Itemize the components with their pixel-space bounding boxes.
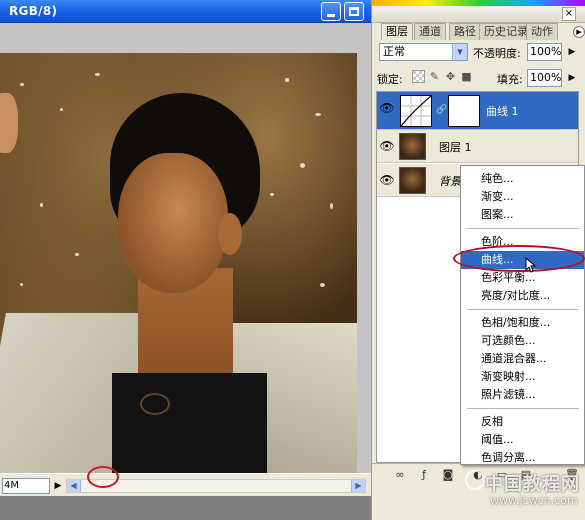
ear-shape <box>218 213 242 255</box>
opacity-label: 不透明度: <box>473 47 521 60</box>
menu-item[interactable]: 亮度/对比度... <box>461 287 584 305</box>
opacity-slider-arrow-icon[interactable]: ▶ <box>565 44 579 60</box>
layer-name: 图层 1 <box>439 141 472 154</box>
blend-mode-value: 正常 <box>383 45 405 58</box>
lock-label: 锁定: <box>377 73 403 86</box>
layer-row-layer1[interactable]: 👁 图层 1 <box>377 130 578 163</box>
layer-style-icon[interactable]: ƒ <box>416 467 432 482</box>
blend-mode-select[interactable]: 正常 ▼ <box>379 43 468 61</box>
watermark-logo-icon <box>465 470 485 490</box>
photo-canvas[interactable] <box>0 53 357 473</box>
adjustment-button-annotation-circle <box>87 466 119 488</box>
document-title: RGB/8) <box>9 4 58 18</box>
layer-row-curves[interactable]: 👁 🔗 曲线 1 <box>377 92 578 130</box>
layer-thumbnail[interactable] <box>399 167 426 194</box>
tab-actions[interactable]: 动作 <box>526 23 558 40</box>
watermark-url: www.jcwcn.com <box>490 494 578 507</box>
scroll-right-icon[interactable]: ▶ <box>351 480 365 492</box>
document-titlebar[interactable]: RGB/8) <box>0 0 371 23</box>
panel-close-button[interactable]: × <box>562 7 576 21</box>
opacity-field[interactable]: 100% <box>527 43 562 61</box>
document-window: RGB/8) 4M ▶ ◀ ▶ <box>0 0 371 520</box>
menu-item[interactable]: 渐变映射... <box>461 368 584 386</box>
menu-separator <box>467 309 579 310</box>
menu-item[interactable]: 阈值... <box>461 431 584 449</box>
eye-visibility-icon[interactable]: 👁 <box>379 139 395 153</box>
menu-item[interactable]: 色调分离... <box>461 449 584 467</box>
panel-menu-arrow-icon[interactable]: ▶ <box>573 26 585 38</box>
menu-item[interactable]: 反相 <box>461 413 584 431</box>
tab-history[interactable]: 历史记录 <box>479 23 533 40</box>
menu-item[interactable]: 通道混合器... <box>461 350 584 368</box>
panel-tabs: 图层 通道 路径 历史记录 动作 ▶ <box>377 23 585 40</box>
maximize-icon <box>349 7 359 16</box>
menu-item[interactable]: 可选颜色... <box>461 332 584 350</box>
maximize-button[interactable] <box>344 2 364 21</box>
status-menu-arrow-icon[interactable]: ▶ <box>52 479 64 493</box>
fill-label: 填充: <box>497 73 523 86</box>
menu-item[interactable]: 照片滤镜... <box>461 386 584 404</box>
link-layers-icon[interactable]: ∞ <box>392 467 408 482</box>
adjustment-context-menu: 纯色... 渐变... 图案... 色阶... 曲线... 色彩平衡... 亮度/对比度..… <box>460 165 585 465</box>
pendant-shape <box>140 393 170 415</box>
menu-item[interactable]: 图案... <box>461 206 584 224</box>
menu-separator <box>467 408 579 409</box>
layer-name: 曲线 1 <box>486 105 519 118</box>
shirt-shape <box>112 373 267 473</box>
fill-field[interactable]: 100% <box>527 69 562 87</box>
panel-header[interactable]: × <box>372 6 585 23</box>
chevron-down-icon[interactable]: ▼ <box>452 44 467 60</box>
lock-image-brush-icon[interactable]: ✎ <box>428 70 441 83</box>
eye-visibility-icon[interactable]: 👁 <box>379 173 395 187</box>
canvas-area[interactable] <box>0 23 371 473</box>
curves-annotation-circle <box>453 245 585 272</box>
watermark-text: 中国教程网 <box>485 474 580 495</box>
document-statusbar: 4M ▶ ◀ ▶ <box>0 473 371 496</box>
menu-item[interactable]: 色相/饱和度... <box>461 314 584 332</box>
minimize-button[interactable] <box>321 2 341 21</box>
layer-thumbnail[interactable] <box>399 133 426 160</box>
tab-layers[interactable]: 图层 <box>381 23 413 40</box>
hand-shape <box>0 93 18 153</box>
add-mask-icon[interactable]: ◙ <box>440 467 456 482</box>
face-shape <box>118 153 228 293</box>
eye-visibility-icon[interactable]: 👁 <box>379 101 395 115</box>
mouse-cursor-icon <box>525 257 537 273</box>
lock-transparency-icon[interactable] <box>412 70 425 83</box>
lock-position-move-icon[interactable]: ✥ <box>444 70 457 83</box>
curves-adjustment-thumbnail-icon[interactable] <box>400 95 432 127</box>
layer-mask-thumbnail[interactable] <box>448 95 480 127</box>
watermark: 中国教程网 www.jcwcn.com <box>465 470 583 518</box>
minimize-icon <box>327 13 335 17</box>
lock-all-padlock-icon[interactable]: ■ <box>460 70 473 83</box>
menu-item[interactable]: 渐变... <box>461 188 584 206</box>
workspace-background <box>0 496 371 520</box>
fill-slider-arrow-icon[interactable]: ▶ <box>565 70 579 86</box>
chain-link-icon[interactable]: 🔗 <box>436 105 447 118</box>
scroll-left-icon[interactable]: ◀ <box>67 480 81 492</box>
status-info-field[interactable]: 4M <box>2 478 50 494</box>
layer-name: 背景 <box>439 175 461 188</box>
menu-separator <box>467 228 579 229</box>
tab-paths[interactable]: 路径 <box>449 23 481 40</box>
tab-channels[interactable]: 通道 <box>414 23 446 40</box>
menu-item[interactable]: 纯色... <box>461 170 584 188</box>
